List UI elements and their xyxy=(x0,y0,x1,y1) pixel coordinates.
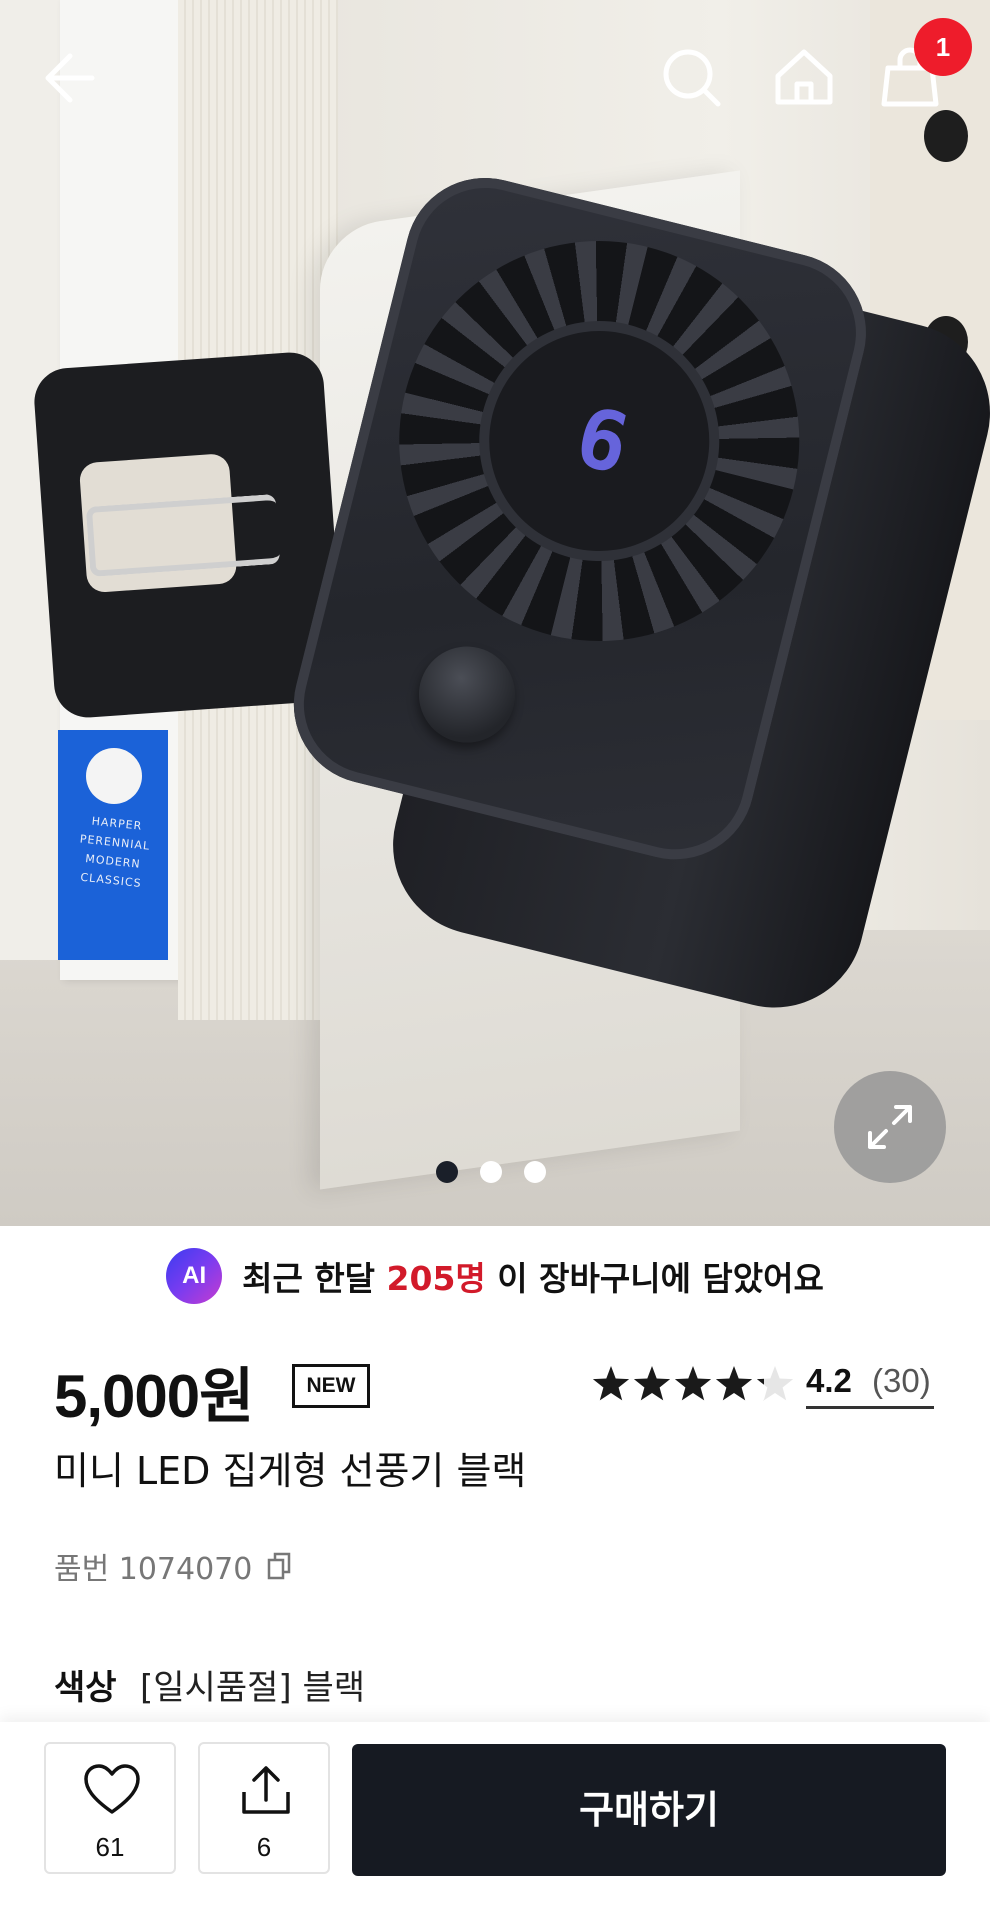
back-button[interactable] xyxy=(36,38,116,118)
new-badge: NEW xyxy=(292,1364,370,1408)
color-option-value[interactable]: [일시품절] 블랙 xyxy=(140,1660,365,1709)
fullscreen-button[interactable] xyxy=(834,1071,946,1183)
rating-link-underline xyxy=(806,1406,934,1409)
search-button[interactable] xyxy=(652,38,732,118)
share-button[interactable]: 6 xyxy=(198,1742,330,1874)
home-icon xyxy=(775,49,833,105)
fan-clip xyxy=(32,350,346,720)
review-count[interactable]: (30) xyxy=(872,1362,931,1400)
share-count: 6 xyxy=(256,1832,272,1862)
banner-count: 205명 xyxy=(386,1259,486,1298)
copy-icon xyxy=(267,1552,291,1580)
pagination-dot-active[interactable] xyxy=(436,1161,458,1183)
banner-prefix: 최근 한달 xyxy=(242,1259,376,1298)
share-icon xyxy=(242,1766,290,1814)
search-icon xyxy=(663,49,721,107)
like-count: 61 xyxy=(95,1832,125,1862)
star-icon xyxy=(756,1366,794,1401)
fan-display-digit: 6 xyxy=(566,389,632,492)
like-button[interactable]: 61 xyxy=(44,1742,176,1874)
book-spine-text: HARPER PERENNIAL MODERN CLASSICS xyxy=(79,814,151,891)
ai-badge: AI xyxy=(166,1248,223,1304)
product-image-gallery[interactable]: HARPER PERENNIAL MODERN CLASSICS 6 1 xyxy=(0,0,990,1226)
ai-cart-banner: AI 최근 한달 205명 이 장바구니에 담았어요 xyxy=(0,1226,990,1326)
product-price: 5,000원 xyxy=(54,1363,254,1430)
back-arrow-icon xyxy=(45,53,95,103)
cart-count-badge: 1 xyxy=(914,18,972,76)
home-button[interactable] xyxy=(764,38,844,118)
fan-power-button xyxy=(408,636,526,753)
rating-stars[interactable] xyxy=(590,1364,800,1406)
stars-svg xyxy=(592,1366,794,1401)
bottom-action-bar: 61 6 구매하기 xyxy=(0,1722,990,1920)
item-number: 품번 1074070 xyxy=(54,1552,253,1587)
clip-wire xyxy=(85,493,281,577)
buy-button[interactable]: 구매하기 xyxy=(352,1744,946,1876)
book-spine-blue: HARPER PERENNIAL MODERN CLASSICS xyxy=(58,730,168,960)
banner-suffix: 이 장바구니에 담았어요 xyxy=(497,1259,824,1298)
star-icon xyxy=(592,1366,630,1401)
copy-button[interactable] xyxy=(266,1550,294,1582)
pagination-dot[interactable] xyxy=(480,1161,502,1183)
rating-value[interactable]: 4.2 xyxy=(806,1362,852,1400)
heart-icon xyxy=(84,1764,140,1814)
color-option-label: 색상 xyxy=(54,1668,117,1708)
banner-text: 최근 한달 205명 이 장바구니에 담았어요 xyxy=(242,1252,824,1300)
pagination-dot[interactable] xyxy=(524,1161,546,1183)
gallery-pagination xyxy=(436,1158,556,1184)
expand-icon xyxy=(868,1105,912,1149)
book-logo xyxy=(86,748,142,804)
product-name: 미니 LED 집게형 선풍기 블랙 xyxy=(54,1449,527,1493)
star-icon xyxy=(715,1366,753,1401)
star-icon xyxy=(674,1366,712,1401)
star-icon xyxy=(633,1366,671,1401)
